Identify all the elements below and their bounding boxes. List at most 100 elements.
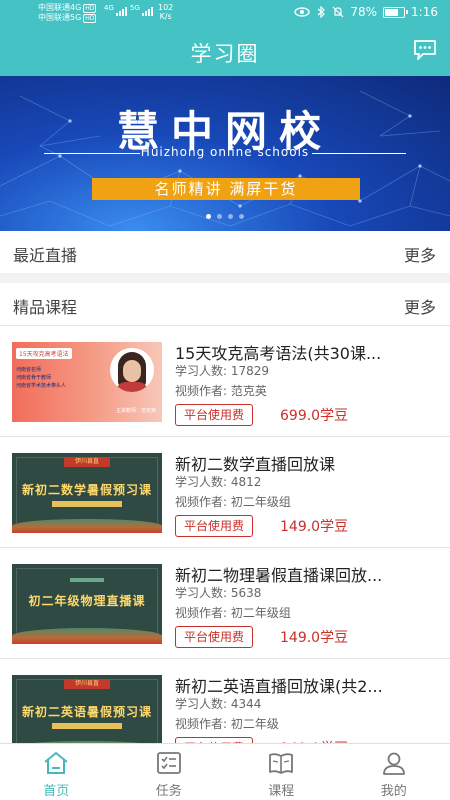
courses-more-link[interactable]: 更多 bbox=[404, 294, 436, 318]
students-count: 17829 bbox=[230, 364, 270, 378]
eye-icon bbox=[294, 7, 311, 17]
thumb-line: 河南省骨干教师 bbox=[16, 375, 52, 381]
course-thumbnail: 初二年级物理直播课 bbox=[12, 564, 162, 644]
network-speed: 102 K/s bbox=[158, 3, 173, 21]
home-icon bbox=[44, 752, 68, 774]
author-label: 视频作者: bbox=[175, 495, 228, 509]
tab-home[interactable]: 首页 bbox=[0, 744, 113, 800]
banner-subtitle: Huizhong online schools bbox=[140, 145, 310, 159]
students-count: 4812 bbox=[230, 475, 262, 489]
tab-courses-label: 课程 bbox=[268, 784, 295, 799]
author-label: 视频作者: bbox=[175, 606, 228, 620]
author-name: 初二年级组 bbox=[230, 606, 291, 620]
author-name: 初二年级组 bbox=[230, 495, 291, 509]
tab-courses[interactable]: 课程 bbox=[225, 744, 338, 800]
course-price: 699.0学豆 bbox=[280, 408, 349, 424]
course-students: 学习人数: 5638 bbox=[175, 584, 261, 601]
hd-badge: HD bbox=[83, 14, 97, 23]
thumb-caption: 主讲教师：范克英 bbox=[115, 408, 156, 414]
banner-tagline: 名师精讲 满屏干货 bbox=[92, 178, 360, 200]
students-count: 5638 bbox=[230, 586, 262, 600]
fee-badge: 平台使用费 bbox=[175, 626, 254, 648]
tab-me[interactable]: 我的 bbox=[338, 744, 450, 800]
network-type-1: 4G bbox=[104, 4, 114, 12]
course-thumbnail: 15天攻克高考语法 河南省名师 河南省骨干教师 河南省学术技术带头人 主讲教师：… bbox=[12, 342, 162, 422]
course-students: 学习人数: 4344 bbox=[175, 695, 261, 712]
app-header: 学习圈 bbox=[0, 26, 450, 76]
course-title: 新初二物理暑假直播课回放... bbox=[175, 566, 383, 585]
carousel-dot[interactable] bbox=[217, 214, 222, 219]
user-icon bbox=[382, 752, 405, 775]
thumb-line: 河南省学术技术带头人 bbox=[16, 383, 67, 389]
carousel-dot[interactable] bbox=[228, 214, 233, 219]
speed-unit: K/s bbox=[159, 12, 172, 21]
students-label: 学习人数: bbox=[175, 364, 228, 378]
tab-me-label: 我的 bbox=[380, 784, 407, 799]
page-title: 学习圈 bbox=[190, 42, 260, 66]
tab-tasks-label: 任务 bbox=[155, 784, 182, 799]
battery-percent: 78% bbox=[350, 5, 378, 19]
carrier-1: 中国联通4G bbox=[38, 3, 82, 12]
courses-section-title: 精品课程 bbox=[13, 298, 78, 317]
signal-bars-icon bbox=[142, 6, 153, 16]
author-name: 初二年级 bbox=[230, 717, 279, 731]
thumb-ribbon: 伊川县直 bbox=[64, 679, 110, 689]
course-title: 新初二数学直播回放课 bbox=[175, 455, 336, 474]
students-count: 4344 bbox=[230, 697, 262, 711]
bottom-tab-bar: 首页 任务 课程 我的 bbox=[0, 743, 450, 800]
bluetooth-icon bbox=[317, 6, 326, 18]
thumb-text: 初二年级物理直播课 bbox=[28, 594, 146, 608]
carousel-dot[interactable] bbox=[239, 214, 244, 219]
course-author: 视频作者: 初二年级组 bbox=[175, 493, 291, 510]
message-button[interactable] bbox=[412, 38, 438, 62]
hd-badge: HD bbox=[83, 4, 97, 13]
status-right: 78% 1:16 bbox=[294, 5, 438, 19]
task-icon bbox=[156, 752, 181, 774]
course-item[interactable]: 15天攻克高考语法 河南省名师 河南省骨干教师 河南省学术技术带头人 主讲教师：… bbox=[0, 326, 450, 436]
signal-bars-icon bbox=[116, 6, 127, 16]
banner-line-right bbox=[312, 153, 406, 154]
teacher-photo bbox=[110, 348, 154, 392]
course-item[interactable]: 伊川县直 新初二数学暑假预习课 新初二数学直播回放课 学习人数: 4812 视频… bbox=[0, 437, 450, 547]
network-type-2: 5G bbox=[130, 4, 140, 12]
course-price: 149.0学豆 bbox=[280, 519, 349, 535]
battery-icon bbox=[383, 6, 409, 18]
chat-bubble-icon bbox=[414, 40, 436, 60]
promo-banner[interactable]: 慧中网校 Huizhong online schools 名师精讲 满屏干货 bbox=[0, 76, 450, 231]
carousel-indicator bbox=[0, 214, 450, 219]
course-students: 学习人数: 4812 bbox=[175, 473, 261, 490]
speed-value: 102 bbox=[158, 3, 174, 12]
course-price: 149.0学豆 bbox=[280, 630, 349, 646]
recent-live-more-link[interactable]: 更多 bbox=[404, 242, 436, 266]
course-title: 15天攻克高考语法(共30课... bbox=[175, 344, 382, 363]
author-label: 视频作者: bbox=[175, 717, 228, 731]
recent-live-title: 最近直播 bbox=[13, 246, 78, 265]
author-label: 视频作者: bbox=[175, 384, 228, 398]
mute-bell-icon bbox=[332, 6, 344, 18]
book-icon bbox=[269, 753, 294, 774]
students-label: 学习人数: bbox=[175, 586, 228, 600]
thumb-tag: 15天攻克高考语法 bbox=[16, 348, 72, 359]
thumb-lines: 河南省名师 河南省骨干教师 河南省学术技术带头人 bbox=[16, 366, 66, 390]
thumb-ribbon: 伊川县直 bbox=[64, 457, 110, 467]
students-label: 学习人数: bbox=[175, 475, 228, 489]
carousel-dot[interactable] bbox=[206, 214, 211, 219]
clock: 1:16 bbox=[411, 5, 438, 19]
author-name: 范克英 bbox=[230, 384, 267, 398]
carrier-2: 中国联通5G bbox=[38, 13, 82, 22]
status-bar: 中国联通4G HD 中国联通5G HD 4G 5G 102 K/s 78% 1:16 bbox=[0, 0, 450, 26]
thumb-text: 新初二数学暑假预习课 bbox=[21, 483, 152, 497]
fee-badge: 平台使用费 bbox=[175, 515, 254, 537]
course-item[interactable]: 初二年级物理直播课 新初二物理暑假直播课回放... 学习人数: 5638 视频作… bbox=[0, 548, 450, 658]
tab-tasks[interactable]: 任务 bbox=[113, 744, 226, 800]
course-students: 学习人数: 17829 bbox=[175, 362, 269, 379]
tab-home-label: 首页 bbox=[43, 784, 70, 799]
course-title: 新初二英语直播回放课(共2... bbox=[175, 677, 383, 696]
courses-section: 精品课程 更多 bbox=[0, 283, 450, 325]
course-author: 视频作者: 初二年级 bbox=[175, 715, 279, 732]
course-author: 视频作者: 范克英 bbox=[175, 382, 267, 399]
thumb-text: 新初二英语暑假预习课 bbox=[21, 705, 152, 719]
recent-live-section: 最近直播 更多 bbox=[0, 231, 450, 273]
fee-badge: 平台使用费 bbox=[175, 404, 254, 426]
carrier-info: 中国联通4G HD 中国联通5G HD bbox=[38, 3, 97, 23]
